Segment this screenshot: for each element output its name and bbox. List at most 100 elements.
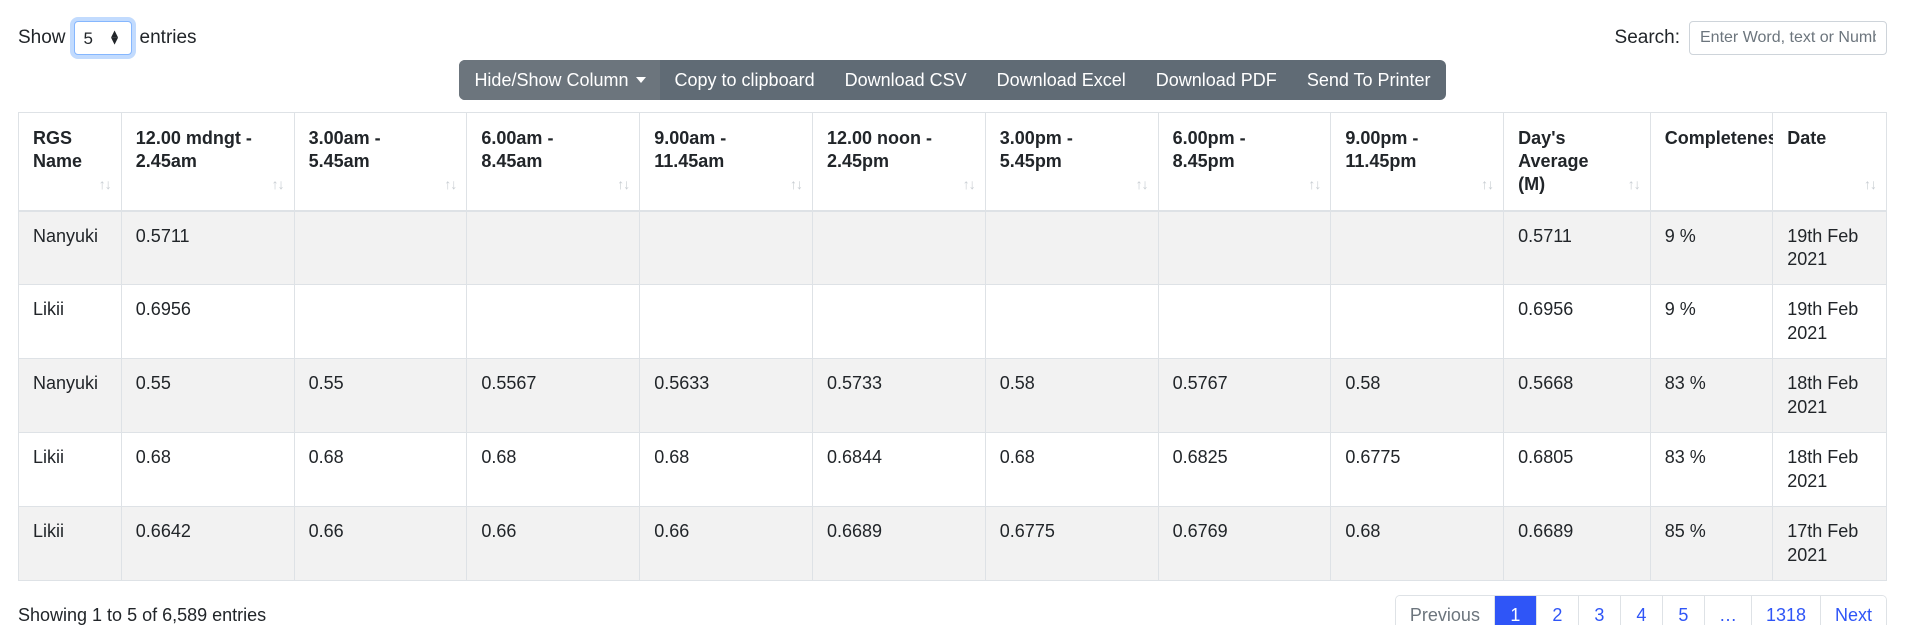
cell-days-average: 0.6956 — [1503, 284, 1651, 360]
search-control: Search: — [1615, 21, 1887, 55]
cell-days-average: 0.6805 — [1503, 432, 1651, 508]
cell-slot-1: 0.55 — [120, 358, 295, 434]
column-header-label: 12.00 mdngt - 2.45am — [135, 128, 252, 171]
cell-date: 19th Feb 2021 — [1772, 210, 1887, 286]
cell-slot-5: 0.6844 — [811, 432, 986, 508]
send-to-printer-button[interactable]: Send To Printer — [1292, 60, 1446, 100]
cell-slot-4: 0.5633 — [639, 358, 813, 434]
hide-show-column-button[interactable]: Hide/Show Column — [459, 60, 660, 100]
pagination-page-4[interactable]: 4 — [1620, 596, 1663, 625]
cell-slot-4: 0.68 — [639, 432, 813, 508]
column-header-rgs-name[interactable]: RGS Name ↑↓ — [18, 111, 122, 212]
sort-arrows-icon: ↑↓ — [1864, 175, 1877, 192]
cell-slot-4: 0.66 — [639, 506, 813, 582]
table-row[interactable]: Nanyuki 0.55 0.55 0.5567 0.5633 0.5733 0… — [18, 358, 1887, 434]
cell-rgs-name: Nanyuki — [18, 210, 122, 286]
cell-slot-2 — [293, 284, 468, 360]
show-label: Show — [18, 27, 66, 48]
cell-completeness: 9 % — [1649, 284, 1774, 360]
column-header-days-average[interactable]: Day's Average (M) ↑↓ — [1503, 111, 1651, 212]
cell-slot-1: 0.5711 — [120, 210, 295, 286]
pagination-page-5[interactable]: 5 — [1662, 596, 1705, 625]
download-csv-button[interactable]: Download CSV — [830, 60, 982, 100]
export-toolbar: Hide/Show Column Copy to clipboard Downl… — [459, 60, 1446, 100]
header-row: RGS Name ↑↓ 12.00 mdngt - 2.45am ↑↓ 3.00… — [18, 111, 1887, 212]
column-header-label: 3.00pm - 5.45pm — [999, 128, 1073, 171]
table-row[interactable]: Likii 0.68 0.68 0.68 0.68 0.6844 0.68 0.… — [18, 432, 1887, 508]
copy-to-clipboard-button[interactable]: Copy to clipboard — [660, 60, 830, 100]
cell-slot-5: 0.6689 — [811, 506, 986, 582]
sort-arrows-icon: ↑↓ — [962, 175, 976, 192]
sort-arrows-icon: ↑↓ — [444, 175, 457, 192]
pagination-page-3[interactable]: 3 — [1578, 596, 1621, 625]
pagination-next[interactable]: Next — [1820, 596, 1886, 625]
column-header-completeness[interactable]: Completeness — [1649, 111, 1788, 212]
cell-days-average: 0.5711 — [1503, 210, 1651, 286]
table-row[interactable]: Likii 0.6956 0.6956 9 % 19th Feb 2021 — [18, 284, 1887, 360]
page-length-value: 5 — [83, 28, 93, 48]
pagination-page-1[interactable]: 1 — [1494, 596, 1537, 625]
cell-slot-7 — [1157, 284, 1332, 360]
pagination-ellipsis: … — [1704, 596, 1752, 625]
column-header-label: Completeness — [1664, 128, 1788, 148]
data-table-wrapper: RGS Name ↑↓ 12.00 mdngt - 2.45am ↑↓ 3.00… — [18, 111, 1887, 582]
column-header-slot-8[interactable]: 9.00pm - 11.45pm ↑↓ — [1330, 111, 1505, 212]
cell-slot-8: 0.68 — [1330, 506, 1505, 582]
cell-slot-4 — [639, 284, 813, 360]
column-header-date[interactable]: Date ↑↓ — [1772, 111, 1887, 212]
sort-arrows-icon: ↑↓ — [271, 175, 285, 192]
cell-days-average: 0.6689 — [1503, 506, 1651, 582]
cell-completeness: 83 % — [1649, 358, 1774, 434]
chevron-down-icon — [635, 77, 646, 83]
cell-slot-5: 0.5733 — [811, 358, 986, 434]
cell-slot-6: 0.6775 — [984, 506, 1159, 582]
pagination-page-2[interactable]: 2 — [1536, 596, 1579, 625]
cell-slot-8 — [1330, 210, 1505, 286]
data-table: RGS Name ↑↓ 12.00 mdngt - 2.45am ↑↓ 3.00… — [18, 111, 1887, 582]
column-header-slot-2[interactable]: 3.00am - 5.45am ↑↓ — [293, 111, 468, 212]
cell-slot-6: 0.68 — [984, 432, 1159, 508]
search-input[interactable] — [1689, 21, 1887, 55]
column-header-label: Day's Average (M) — [1518, 128, 1589, 194]
cell-date: 19th Feb 2021 — [1772, 284, 1887, 360]
column-header-label: 6.00am - 8.45am — [481, 128, 554, 171]
sort-arrows-icon: ↑↓ — [1308, 175, 1321, 192]
download-pdf-button[interactable]: Download PDF — [1141, 60, 1292, 100]
column-header-slot-1[interactable]: 12.00 mdngt - 2.45am ↑↓ — [120, 111, 295, 212]
cell-rgs-name: Likii — [18, 506, 122, 582]
column-header-slot-7[interactable]: 6.00pm - 8.45pm ↑↓ — [1157, 111, 1332, 212]
column-header-slot-5[interactable]: 12.00 noon - 2.45pm ↑↓ — [811, 111, 986, 212]
column-header-slot-3[interactable]: 6.00am - 8.45am ↑↓ — [466, 111, 641, 212]
cell-slot-5 — [811, 210, 986, 286]
cell-rgs-name: Likii — [18, 284, 122, 360]
download-excel-button[interactable]: Download Excel — [982, 60, 1141, 100]
cell-completeness: 83 % — [1649, 432, 1774, 508]
column-header-slot-6[interactable]: 3.00pm - 5.45pm ↑↓ — [984, 111, 1159, 212]
export-toolbar-wrap: Hide/Show Column Copy to clipboard Downl… — [18, 60, 1887, 100]
cell-slot-3 — [466, 210, 641, 286]
column-header-label: 9.00am - 11.45am — [654, 128, 727, 171]
pagination-previous[interactable]: Previous — [1395, 596, 1495, 625]
table-row[interactable]: Nanyuki 0.5711 0.5711 9 % 19th Feb 2021 — [18, 210, 1887, 286]
column-header-slot-4[interactable]: 9.00am - 11.45am ↑↓ — [639, 111, 813, 212]
cell-slot-1: 0.6956 — [120, 284, 295, 360]
cell-slot-7: 0.5767 — [1157, 358, 1332, 434]
search-label: Search: — [1614, 27, 1680, 48]
cell-slot-1: 0.68 — [120, 432, 295, 508]
cell-slot-3: 0.5567 — [466, 358, 641, 434]
sort-arrows-icon: ↑↓ — [789, 175, 803, 192]
cell-slot-2 — [293, 210, 468, 286]
cell-slot-8 — [1330, 284, 1505, 360]
table-footer: Showing 1 to 5 of 6,589 entries Previous… — [18, 595, 1887, 625]
cell-slot-3 — [466, 284, 641, 360]
page-length-select[interactable]: 5 ▲ ▼ — [73, 21, 132, 55]
page-length-control: Show 5 ▲ ▼ entries — [18, 21, 197, 55]
cell-completeness: 9 % — [1649, 210, 1774, 286]
table-row[interactable]: Likii 0.6642 0.66 0.66 0.66 0.6689 0.677… — [18, 506, 1887, 582]
cell-slot-8: 0.6775 — [1330, 432, 1505, 508]
cell-slot-3: 0.68 — [466, 432, 641, 508]
pagination-page-last[interactable]: 1318 — [1751, 596, 1821, 625]
datatable-page: Show 5 ▲▼ entries Search: Hide/Show Colu… — [0, 0, 1905, 625]
table-body: Nanyuki 0.5711 0.5711 9 % 19th Feb 2021 … — [18, 210, 1887, 582]
cell-slot-8: 0.58 — [1330, 358, 1505, 434]
